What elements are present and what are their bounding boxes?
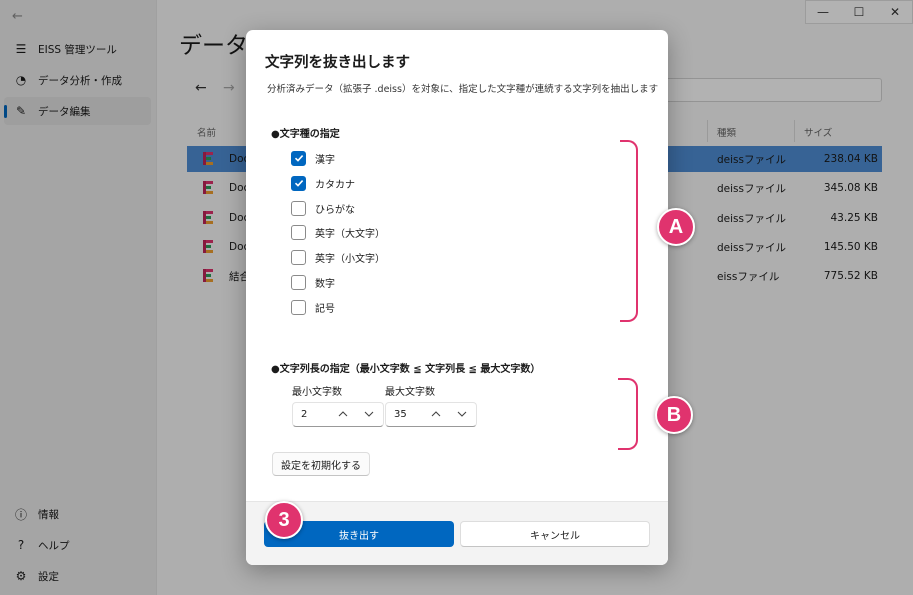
- checkbox-unchecked[interactable]: [291, 224, 306, 240]
- checkbox-symbol[interactable]: 記号: [291, 298, 335, 316]
- checkbox-kanji[interactable]: 漢字: [291, 149, 335, 167]
- checkbox-label: 数字: [315, 278, 335, 290]
- max-length-label: 最大文字数: [385, 387, 435, 398]
- checkbox-label: 英字（小文字）: [315, 253, 385, 265]
- annotation-bracket-b: [618, 378, 638, 450]
- check-icon: [294, 180, 303, 187]
- annotation-step-badge: 3: [265, 501, 303, 539]
- cancel-button[interactable]: キャンセル: [460, 521, 650, 547]
- checkbox-alpha-upper[interactable]: 英字（大文字）: [291, 223, 385, 241]
- length-heading: ●文字列長の指定（最小文字数 ≦ 文字列長 ≦ 最大文字数）: [271, 364, 541, 375]
- dialog-description: 分析済みデータ（拡張子 .deiss）を対象に、指定した文字種が連続する文字列を…: [267, 84, 659, 95]
- annotation-badge-b: B: [655, 396, 693, 434]
- min-length-label: 最小文字数: [292, 387, 342, 398]
- checkbox-checked[interactable]: [291, 175, 306, 191]
- check-icon: [294, 155, 303, 162]
- checkbox-label: 英字（大文字）: [315, 228, 385, 240]
- chevron-down-icon[interactable]: [456, 408, 468, 420]
- checkbox-alpha-lower[interactable]: 英字（小文字）: [291, 248, 385, 266]
- stepper-value: 2: [301, 409, 308, 420]
- annotation-badge-a: A: [657, 208, 695, 246]
- stepper-value: 35: [394, 409, 407, 420]
- char-type-heading: ●文字種の指定: [271, 129, 340, 140]
- checkbox-unchecked[interactable]: [291, 274, 306, 290]
- dialog-title: 文字列を抜き出します: [265, 55, 410, 71]
- annotation-bracket-a: [620, 140, 638, 322]
- checkbox-unchecked[interactable]: [291, 249, 306, 265]
- dialog-footer: 抜き出す キャンセル: [246, 501, 668, 565]
- checkbox-unchecked[interactable]: [291, 200, 306, 216]
- chevron-up-icon[interactable]: [430, 408, 442, 420]
- min-length-stepper[interactable]: 2: [292, 402, 384, 427]
- checkbox-digit[interactable]: 数字: [291, 273, 335, 291]
- chevron-down-icon[interactable]: [363, 408, 375, 420]
- checkbox-label: ひらがな: [315, 204, 355, 216]
- chevron-up-icon[interactable]: [337, 408, 349, 420]
- extract-dialog: 文字列を抜き出します 分析済みデータ（拡張子 .deiss）を対象に、指定した文…: [246, 30, 668, 565]
- reset-settings-button[interactable]: 設定を初期化する: [272, 452, 370, 476]
- checkbox-checked[interactable]: [291, 150, 306, 166]
- checkbox-label: カタカナ: [315, 179, 355, 191]
- checkbox-label: 記号: [315, 303, 335, 315]
- max-length-stepper[interactable]: 35: [385, 402, 477, 427]
- checkbox-katakana[interactable]: カタカナ: [291, 174, 355, 192]
- checkbox-hiragana[interactable]: ひらがな: [291, 199, 355, 217]
- checkbox-label: 漢字: [315, 154, 335, 166]
- checkbox-unchecked[interactable]: [291, 299, 306, 315]
